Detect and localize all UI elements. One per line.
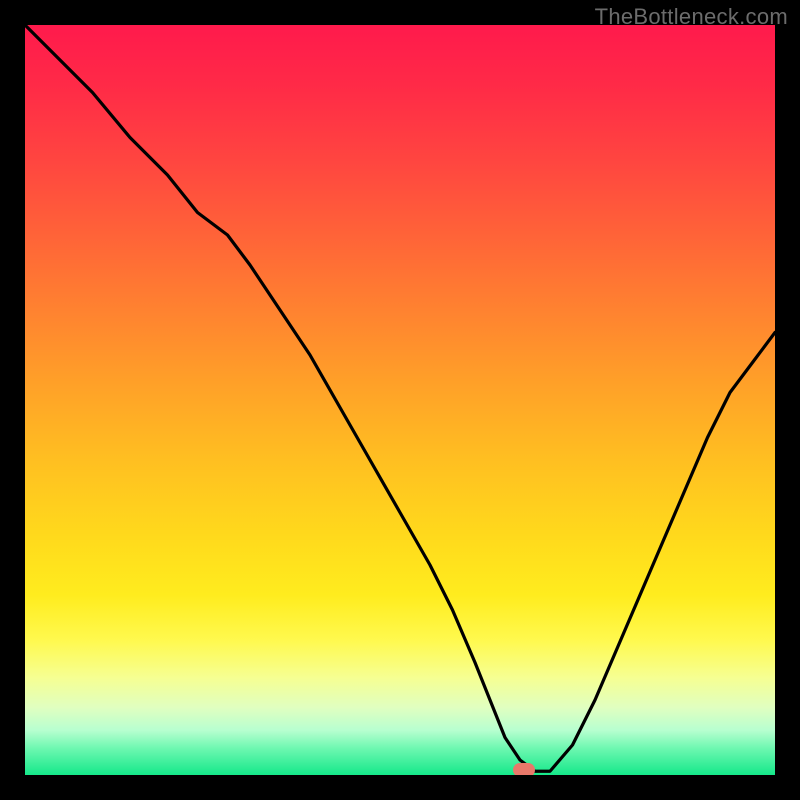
watermark: TheBottleneck.com [595,4,788,30]
optimal-point-marker [513,763,535,775]
bottleneck-curve [25,25,775,775]
bottleneck-chart: TheBottleneck.com [0,0,800,800]
plot-area [25,25,775,775]
